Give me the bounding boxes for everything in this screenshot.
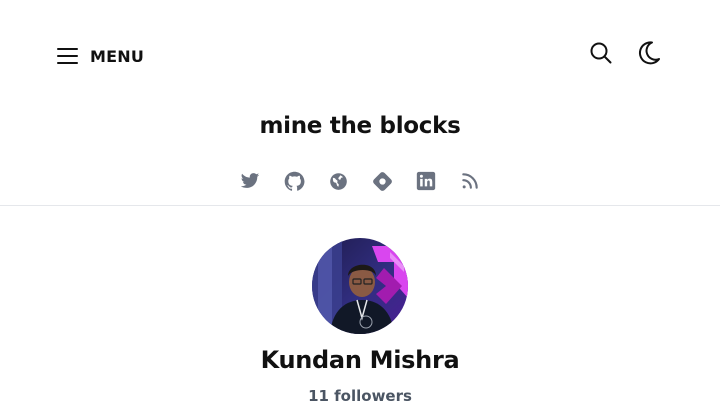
twitter-icon — [239, 171, 261, 195]
top-navigation: MENU — [0, 0, 720, 112]
rss-link[interactable] — [459, 172, 481, 194]
globe-icon — [329, 172, 348, 195]
theme-toggle-button[interactable] — [636, 40, 662, 70]
moon-icon — [637, 40, 661, 70]
followers-count[interactable]: 11 followers — [0, 387, 720, 405]
blog-title[interactable]: mine the blocks — [0, 113, 720, 139]
header-divider — [0, 205, 720, 206]
author-name[interactable]: Kundan Mishra — [0, 346, 720, 374]
github-link[interactable] — [283, 171, 305, 196]
social-links — [0, 171, 720, 196]
rss-icon — [460, 171, 480, 195]
website-link[interactable] — [327, 172, 349, 194]
author-avatar[interactable] — [312, 238, 408, 334]
twitter-link[interactable] — [239, 172, 261, 194]
header-actions — [588, 40, 662, 70]
hashnode-icon — [372, 171, 393, 196]
menu-label: MENU — [90, 46, 145, 66]
menu-button[interactable]: MENU — [56, 42, 144, 70]
github-icon — [284, 171, 305, 196]
hashnode-link[interactable] — [371, 171, 393, 196]
search-icon — [589, 41, 613, 69]
hamburger-icon — [56, 46, 80, 66]
linkedin-link[interactable] — [415, 171, 437, 195]
search-button[interactable] — [588, 42, 614, 68]
blog-page: MENU mine the blocks Kundan Mishra 11 fo… — [0, 0, 720, 405]
linkedin-icon — [416, 171, 436, 195]
